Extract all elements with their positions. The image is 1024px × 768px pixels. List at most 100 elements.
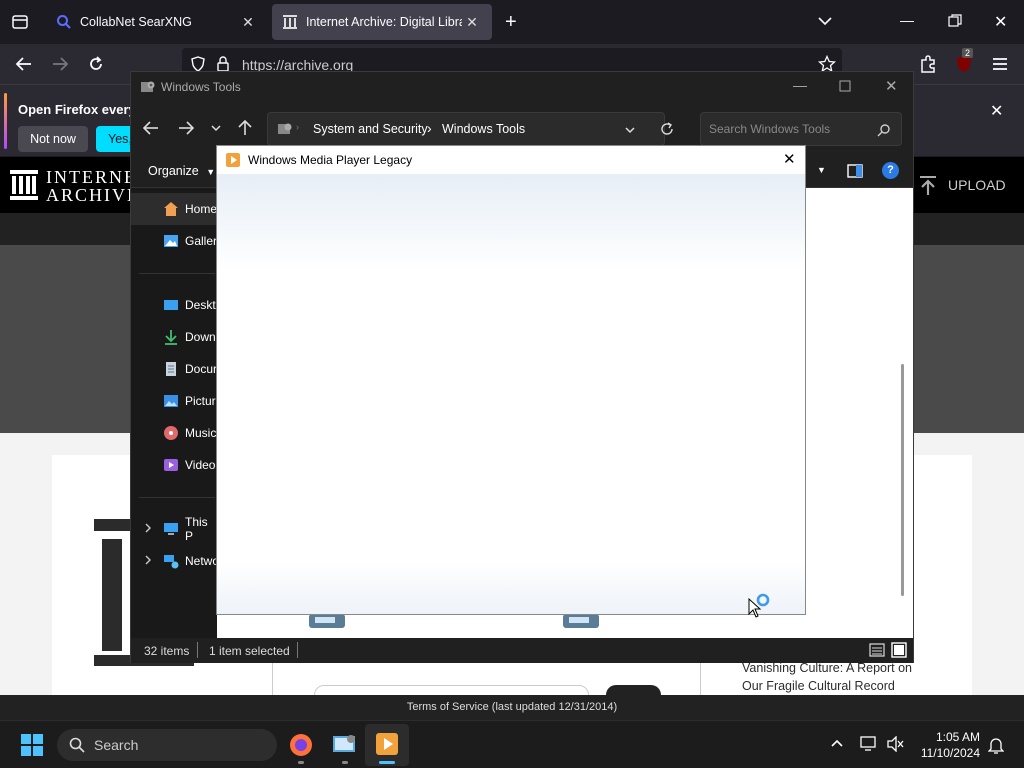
up-icon[interactable] [237,120,253,136]
running-indicator [298,761,304,764]
tab-overflow-chevron-icon[interactable] [816,12,834,30]
windows-tools-icon [277,121,293,137]
archive-logo-icon[interactable] [10,170,38,200]
sidebar-item-label: Docur [185,362,218,376]
sidebar-item-downloads[interactable]: Down [131,321,217,353]
archive-footer[interactable]: Terms of Service (last updated 12/31/201… [0,695,1024,720]
breadcrumb-chevron-icon[interactable]: › [296,122,299,132]
sidebar-item-gallery[interactable]: Galler [131,225,217,257]
sidebar-item-videos[interactable]: Video [131,449,217,481]
sidebar-item-label: Music [185,426,217,440]
media-player-icon [375,732,399,756]
menu-icon[interactable] [990,54,1010,74]
sidebar-item-label: Down [185,330,216,344]
taskbar-clock[interactable]: 1:05 AM 11/10/2024 [914,729,980,761]
explorer-status-bar: 32 items 1 item selected [131,638,913,663]
details-view-icon[interactable] [869,643,885,657]
notification-text: Open Firefox every [18,102,136,117]
videos-icon [163,457,179,473]
sidebar-item-pictures[interactable]: Pictur [131,385,217,417]
upload-icon[interactable] [918,175,938,197]
windows-media-player-window: Windows Media Player Legacy ✕ [216,145,806,615]
volume-muted-icon[interactable] [886,736,904,752]
status-divider [197,642,198,658]
firefox-tab-bar: CollabNet SearXNG ✕ Internet Archive: Di… [0,0,1024,44]
extensions-icon[interactable] [918,54,938,74]
show-hidden-icons-chevron-icon[interactable] [830,738,844,748]
network-icon [163,553,179,569]
preview-pane-icon[interactable] [847,164,863,178]
wmp-taskbar-button[interactable] [365,724,409,766]
sidebar-item-music[interactable]: Music [131,417,217,449]
tracking-protection-icon[interactable] [190,56,206,72]
tool-file-icon[interactable] [307,612,349,632]
chevron-down-icon: ▼ [206,167,216,177]
breadcrumb-windows-tools[interactable]: Windows Tools [442,122,525,136]
restore-icon[interactable] [948,14,962,28]
minimize-icon[interactable]: — [900,12,914,28]
large-icons-view-icon[interactable] [891,642,907,658]
running-indicator [342,761,348,764]
close-window-icon[interactable]: ✕ [885,77,898,95]
expand-chevron-icon[interactable] [143,521,153,535]
windows-tools-icon [140,79,156,95]
forward-icon[interactable] [178,120,194,136]
refresh-icon[interactable] [660,122,674,136]
sidebar-item-label: Home [185,202,218,216]
close-tab-icon[interactable]: ✕ [462,14,482,31]
sidebar-item-this-pc[interactable]: This P [131,513,217,545]
taskbar-search-box[interactable]: Search [57,729,277,761]
archive-favicon-icon [282,14,298,30]
explorer-title-bar: Windows Tools — ✕ [131,72,913,102]
close-notification-icon[interactable]: ✕ [990,101,1003,121]
address-dropdown-icon[interactable] [624,124,636,136]
organize-button[interactable]: Organize ▼ [148,164,215,178]
search-label: Search [94,737,139,753]
notifications-bell-icon[interactable] [988,736,1004,754]
help-icon[interactable]: ? [882,162,899,179]
forward-icon[interactable] [50,54,70,74]
tool-file-icon[interactable] [561,612,603,632]
close-window-icon[interactable]: ✕ [994,12,1007,32]
start-button-icon[interactable] [20,733,44,757]
tab-searxng[interactable]: CollabNet SearXNG ✕ [46,4,268,40]
nav-divider [139,273,215,274]
breadcrumb-system-security[interactable]: System and Security [313,122,428,136]
sidebar-item-home[interactable]: Home [131,193,217,225]
downloads-icon [163,329,179,345]
breadcrumb-separator-icon: › [427,120,432,136]
firefox-taskbar-icon[interactable] [288,732,314,758]
back-icon[interactable] [143,120,159,136]
explorer-search-box[interactable]: Search Windows Tools [700,112,902,146]
close-tab-icon[interactable]: ✕ [238,14,258,31]
ublock-extension-icon[interactable]: 2 [954,48,974,74]
search-icon [877,123,891,137]
new-tab-icon[interactable]: + [505,11,517,34]
vertical-scrollbar[interactable] [901,364,904,596]
expand-chevron-icon[interactable] [143,553,153,567]
minimize-icon[interactable]: — [793,77,807,93]
side-article-link[interactable]: Vanishing Culture: A Report on Our Fragi… [742,659,912,695]
sidebar-item-network[interactable]: Netwo [131,545,219,577]
back-icon[interactable] [14,54,34,74]
upload-link[interactable]: UPLOAD [948,177,1006,193]
network-status-icon[interactable] [860,736,878,752]
list-all-tabs-icon[interactable] [10,12,30,32]
lock-icon[interactable] [216,56,230,72]
item-count: 32 items [144,644,190,658]
reload-icon[interactable] [86,54,106,74]
control-panel-taskbar-icon[interactable] [332,733,358,757]
search-placeholder: Search Windows Tools [709,122,831,136]
sidebar-item-documents[interactable]: Docur [131,353,217,385]
archive-logo-text[interactable]: INTERNE ARCHIVE [46,168,140,204]
tab-internet-archive[interactable]: Internet Archive: Digital Library ✕ [272,4,492,40]
not-now-button[interactable]: Not now [18,126,88,152]
address-bar[interactable]: › System and Security › Windows Tools [267,112,673,146]
maximize-icon[interactable] [839,80,851,92]
recent-locations-chevron-icon[interactable] [210,122,222,134]
wmp-window-title: Windows Media Player Legacy [248,153,413,167]
view-options-chevron-icon[interactable]: ▼ [817,165,826,175]
home-icon [163,201,179,217]
sidebar-item-desktop[interactable]: Deskto [131,289,222,321]
close-window-icon[interactable]: ✕ [783,150,796,168]
